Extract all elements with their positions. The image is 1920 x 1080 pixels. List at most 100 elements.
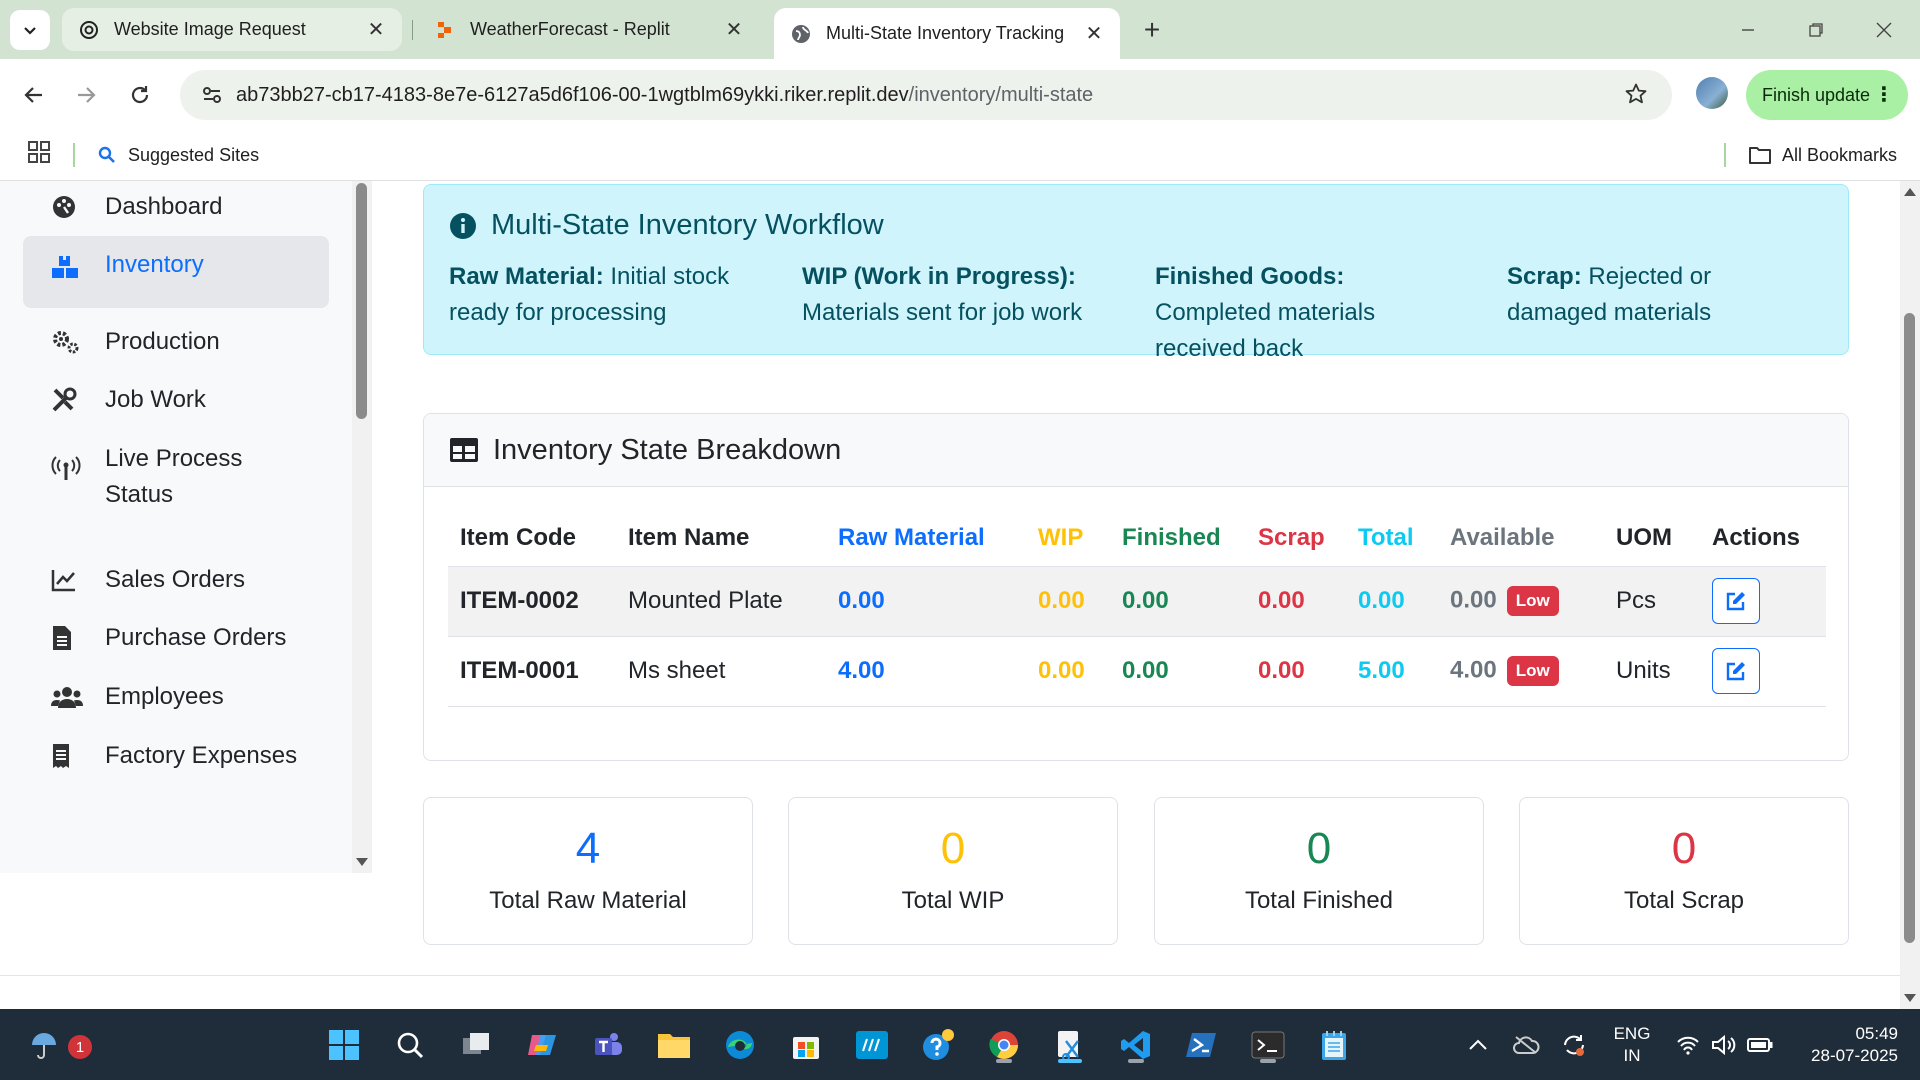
cloud-icon xyxy=(1512,1035,1540,1055)
restore-button[interactable] xyxy=(1798,12,1834,48)
close-icon[interactable]: ✕ xyxy=(1082,22,1106,46)
bookmark-suggested-sites[interactable]: Suggested Sites xyxy=(98,129,259,181)
sidebar-item-job-work[interactable]: Job Work xyxy=(23,371,329,431)
new-tab-button[interactable]: + xyxy=(1136,14,1168,46)
bookmark-star-icon[interactable] xyxy=(1624,82,1648,106)
taskbar-search-button[interactable] xyxy=(388,1023,432,1067)
state-desc: Completed materials received back xyxy=(1155,299,1376,362)
table-row: ITEM-0001 Ms sheet 4.00 0.00 0.00 0.00 5… xyxy=(448,636,1826,707)
terminal-app[interactable] xyxy=(1246,1023,1290,1067)
edit-button[interactable] xyxy=(1712,578,1760,624)
chart-line-icon xyxy=(51,562,83,598)
more-menu-icon[interactable]: ⋮ xyxy=(1874,83,1894,107)
show-hidden-icons-button[interactable] xyxy=(1456,1023,1500,1067)
start-button[interactable] xyxy=(322,1023,366,1067)
all-bookmarks-button[interactable]: All Bookmarks xyxy=(1748,129,1897,181)
cell-total: 5.00 xyxy=(1346,636,1438,707)
sidebar-item-live-process-status[interactable]: Live Process Status xyxy=(23,430,329,526)
cell-wip: 0.00 xyxy=(1026,566,1110,637)
store-icon xyxy=(790,1029,822,1061)
file-explorer-app[interactable] xyxy=(652,1023,696,1067)
sidebar-item-label: Live Process Status xyxy=(105,445,243,508)
sidebar-item-dashboard[interactable]: Dashboard xyxy=(23,181,329,238)
taskbar-clock[interactable]: 05:49 28-07-2025 xyxy=(1806,1023,1898,1067)
stat-label: Total Raw Material xyxy=(489,887,687,914)
clock-time: 05:49 xyxy=(1855,1024,1898,1043)
profile-avatar[interactable] xyxy=(1696,77,1728,109)
battery-tray-icon[interactable] xyxy=(1738,1023,1782,1067)
notepad-app[interactable] xyxy=(1312,1023,1356,1067)
sidebar-scrollbar-thumb[interactable] xyxy=(356,183,367,419)
file-invoice-icon xyxy=(51,620,83,656)
sidebar-item-purchase-orders[interactable]: Purchase Orders xyxy=(23,609,329,669)
page-scrollbar-thumb[interactable] xyxy=(1904,313,1915,943)
col-actions: Actions xyxy=(1700,510,1826,567)
minimize-button[interactable] xyxy=(1730,12,1766,48)
sync-tray-icon[interactable] xyxy=(1552,1023,1596,1067)
state-name: Scrap: xyxy=(1507,263,1582,290)
sidebar-item-inventory[interactable]: Inventory xyxy=(23,236,329,308)
openai-icon xyxy=(78,19,100,41)
scroll-down-arrow-icon[interactable] xyxy=(1904,993,1916,1003)
tab-search-button[interactable] xyxy=(10,10,50,50)
language-indicator[interactable]: ENG IN xyxy=(1612,1023,1652,1067)
cell-scrap: 0.00 xyxy=(1246,566,1346,637)
apps-grid-icon[interactable] xyxy=(26,139,52,165)
vscode-app[interactable] xyxy=(1114,1023,1158,1067)
forward-button[interactable] xyxy=(66,75,106,115)
workflow-info-alert: Multi-State Inventory Workflow Raw Mater… xyxy=(423,184,1849,362)
notification-badge: 1 xyxy=(68,1035,92,1059)
cell-item-code: ITEM-0001 xyxy=(448,636,616,707)
reload-button[interactable] xyxy=(120,75,160,115)
tab-website-image-request[interactable]: Website Image Request ✕ xyxy=(62,8,402,51)
receipt-icon xyxy=(51,738,83,774)
finish-update-button[interactable]: Finish update ⋮ xyxy=(1746,70,1908,120)
copilot-app[interactable] xyxy=(520,1023,564,1067)
myhp-app[interactable] xyxy=(850,1023,894,1067)
stat-card-finished: 0 Total Finished xyxy=(1154,797,1484,945)
tab-title: Website Image Request xyxy=(114,19,306,39)
onedrive-tray-icon[interactable] xyxy=(1504,1023,1548,1067)
bookmarks-bar: Suggested Sites All Bookmarks xyxy=(0,129,1920,181)
copilot-icon xyxy=(526,1029,558,1061)
scroll-down-arrow-icon[interactable] xyxy=(356,857,368,867)
snipping-tool-app[interactable] xyxy=(1048,1023,1092,1067)
finish-update-label: Finish update xyxy=(1762,84,1871,105)
col-item-name: Item Name xyxy=(616,510,826,567)
sidebar-item-sales-orders[interactable]: Sales Orders xyxy=(23,551,329,611)
sidebar-item-employees[interactable]: Employees xyxy=(23,668,329,728)
table-row: ITEM-0002 Mounted Plate 0.00 0.00 0.00 0… xyxy=(448,566,1826,637)
sidebar-scrollbar[interactable] xyxy=(352,181,372,873)
close-window-button[interactable] xyxy=(1866,12,1902,48)
microsoft-store-app[interactable] xyxy=(784,1023,828,1067)
page-viewport: Dashboard Inventory Production Job Work … xyxy=(0,181,1920,1009)
tab-multi-state-inventory[interactable]: Multi-State Inventory Tracking ✕ xyxy=(774,8,1120,59)
edit-button[interactable] xyxy=(1712,648,1760,694)
teams-app[interactable] xyxy=(586,1023,630,1067)
powershell-icon xyxy=(1186,1029,1218,1061)
chrome-app[interactable] xyxy=(982,1023,1026,1067)
sidebar-item-factory-expenses[interactable]: Factory Expenses xyxy=(23,727,329,787)
close-icon[interactable]: ✕ xyxy=(722,18,746,42)
back-button[interactable] xyxy=(14,75,54,115)
help-icon xyxy=(921,1028,955,1062)
close-icon[interactable]: ✕ xyxy=(364,18,388,42)
weather-widget[interactable]: 1 xyxy=(22,1023,92,1067)
task-view-button[interactable] xyxy=(454,1023,498,1067)
site-info-icon[interactable] xyxy=(188,70,236,120)
sidebar-item-production[interactable]: Production xyxy=(23,313,329,373)
edit-icon xyxy=(1725,660,1747,682)
info-circle-icon xyxy=(449,212,477,240)
notepad-icon xyxy=(1319,1029,1349,1061)
address-bar[interactable]: ab73bb27-cb17-4183-8e7e-6127a5d6f106-00-… xyxy=(180,70,1672,120)
gears-icon xyxy=(51,324,83,360)
url-text: ab73bb27-cb17-4183-8e7e-6127a5d6f106-00-… xyxy=(236,84,1093,107)
workflow-title: Multi-State Inventory Workflow xyxy=(449,209,884,242)
powershell-app[interactable] xyxy=(1180,1023,1224,1067)
scroll-up-arrow-icon[interactable] xyxy=(1904,187,1916,197)
edge-app[interactable] xyxy=(718,1023,762,1067)
help-app[interactable] xyxy=(916,1023,960,1067)
tab-weatherforecast-replit[interactable]: WeatherForecast - Replit ✕ xyxy=(418,8,760,51)
windows-logo-icon xyxy=(328,1029,360,1061)
page-scrollbar[interactable] xyxy=(1900,181,1920,1009)
